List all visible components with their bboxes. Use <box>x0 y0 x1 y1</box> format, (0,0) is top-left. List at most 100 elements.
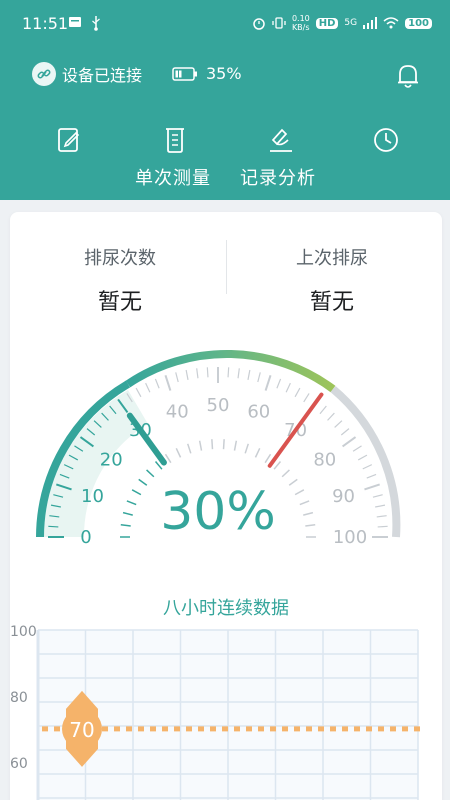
nav-label-analysis[interactable]: 记录分析 <box>240 164 316 190</box>
gauge-inner-tick <box>138 478 148 486</box>
gauge-tick <box>334 420 343 428</box>
chart-data-point <box>330 726 336 732</box>
gauge-tick <box>175 372 179 383</box>
gauge-tick <box>264 375 272 391</box>
chart-data-point <box>222 726 228 732</box>
wifi-icon <box>383 17 399 29</box>
chart-data-point <box>306 726 312 732</box>
gauge-tick <box>154 378 160 389</box>
gauge-tick <box>257 372 261 383</box>
chart-y-tick-label: 60 <box>10 756 28 772</box>
status-left-icons <box>68 15 102 31</box>
gauge-inner-tick <box>122 511 133 516</box>
status-time: 11:51 <box>22 14 69 33</box>
battery-icon <box>172 66 197 81</box>
chart-data-point <box>210 726 216 732</box>
beaker-icon <box>166 128 184 153</box>
nav-item-history[interactable] <box>372 126 400 158</box>
notification-bell-button[interactable] <box>395 62 421 94</box>
connection-status[interactable]: 设备已连接 <box>32 62 142 86</box>
gauge-tick-label: 0 <box>80 527 91 548</box>
alarm-icon <box>253 18 265 30</box>
nav-item-edit[interactable] <box>56 126 82 158</box>
gauge-tick <box>342 436 357 448</box>
chart-data-point <box>402 726 408 732</box>
gauge-tick <box>285 382 291 393</box>
gauge-inner-tick <box>273 461 282 470</box>
gauge-tick <box>364 483 380 491</box>
chart-data-point <box>162 726 168 732</box>
gauge-tick-label: 40 <box>166 401 189 422</box>
device-battery: 35% <box>172 64 242 83</box>
status-bar: 11:51 0.10 KB/s HD 5G 100 <box>0 0 450 50</box>
gauge-tick <box>303 393 310 403</box>
stat-divider <box>226 240 227 294</box>
chart-data-point <box>366 726 372 732</box>
chart-data-point <box>54 726 60 732</box>
chart-data-point <box>186 726 192 732</box>
chart-data-point <box>414 726 420 732</box>
chart-data-point <box>270 726 276 732</box>
gauge-inner-tick <box>299 500 310 506</box>
gauge-value-text: 30% <box>160 482 276 542</box>
chart-data-point <box>294 726 300 732</box>
gauge-tick <box>185 369 189 380</box>
main-card: 排尿次数 暂无 上次排尿 暂无 0102030405060708090100 3… <box>10 212 442 800</box>
gauge-inner-tick <box>244 443 249 454</box>
chart-y-ticks: 100806040 <box>10 624 37 772</box>
link-icon <box>32 62 56 86</box>
chart-data-point <box>102 726 108 732</box>
gauge-tick <box>206 367 209 378</box>
status-battery: 100 <box>405 17 432 29</box>
network-type: 5G <box>344 18 358 28</box>
battery-percent: 35% <box>206 64 242 83</box>
chart-data-point <box>126 726 132 732</box>
gauge-tick <box>247 369 251 380</box>
gauge-tick <box>294 387 301 398</box>
gauge-tick <box>48 525 59 528</box>
gauge-tick <box>145 382 151 393</box>
gauge-tick <box>227 367 230 378</box>
gauge-inner-tick <box>264 453 272 464</box>
threshold-marker-label: 70 <box>69 718 94 742</box>
gauge-inner-tick <box>281 469 290 478</box>
bladder-gauge: 0102030405060708090100 30% <box>36 350 401 548</box>
chart-data-point <box>258 726 264 732</box>
connection-text: 设备已连接 <box>62 66 143 85</box>
nav-label-measure[interactable]: 单次测量 <box>135 164 211 190</box>
nav-item-analysis[interactable] <box>268 126 294 158</box>
hd-badge: HD <box>315 17 339 29</box>
chart-data-point <box>42 726 48 732</box>
vibrate-icon <box>272 17 286 29</box>
gauge-tick <box>196 368 199 379</box>
gauge-arc-green <box>125 350 336 393</box>
gauge-inner-tick <box>126 500 137 506</box>
clock-icon <box>374 128 398 152</box>
chart-data-point <box>246 726 252 732</box>
gauge-tick <box>135 387 142 398</box>
gauge-inner-tick <box>211 439 214 450</box>
chart-data-point <box>174 726 180 732</box>
gauge-tick-label: 80 <box>313 449 336 470</box>
gauge-inner-tick <box>233 440 238 451</box>
continuous-data-chart: 100806040 70 <box>10 624 420 800</box>
gauge-arc-gray <box>330 385 401 538</box>
gauge-tick <box>376 515 387 518</box>
chart-y-tick-label: 100 <box>10 624 37 640</box>
gauge-tick <box>366 473 377 479</box>
gauge-inner-tick <box>131 489 142 496</box>
gauge-tick-label: 60 <box>247 401 270 422</box>
gauge-tick-label: 50 <box>207 395 230 416</box>
gauge-tick <box>377 525 388 528</box>
app-header: 设备已连接 35% 单次测量 记录分析 <box>0 50 450 200</box>
gauge-tick <box>164 375 172 391</box>
net-speed-unit: KB/s <box>291 23 310 32</box>
chart-data-point <box>150 726 156 732</box>
nav-item-measure[interactable] <box>162 126 188 158</box>
stat-last-label: 上次排尿 <box>296 248 368 269</box>
stat-count-value: 暂无 <box>97 290 142 315</box>
gauge-tick <box>340 428 350 436</box>
gauge-tick <box>352 445 362 452</box>
gauge-tick <box>362 464 373 470</box>
usb-icon <box>92 16 100 31</box>
